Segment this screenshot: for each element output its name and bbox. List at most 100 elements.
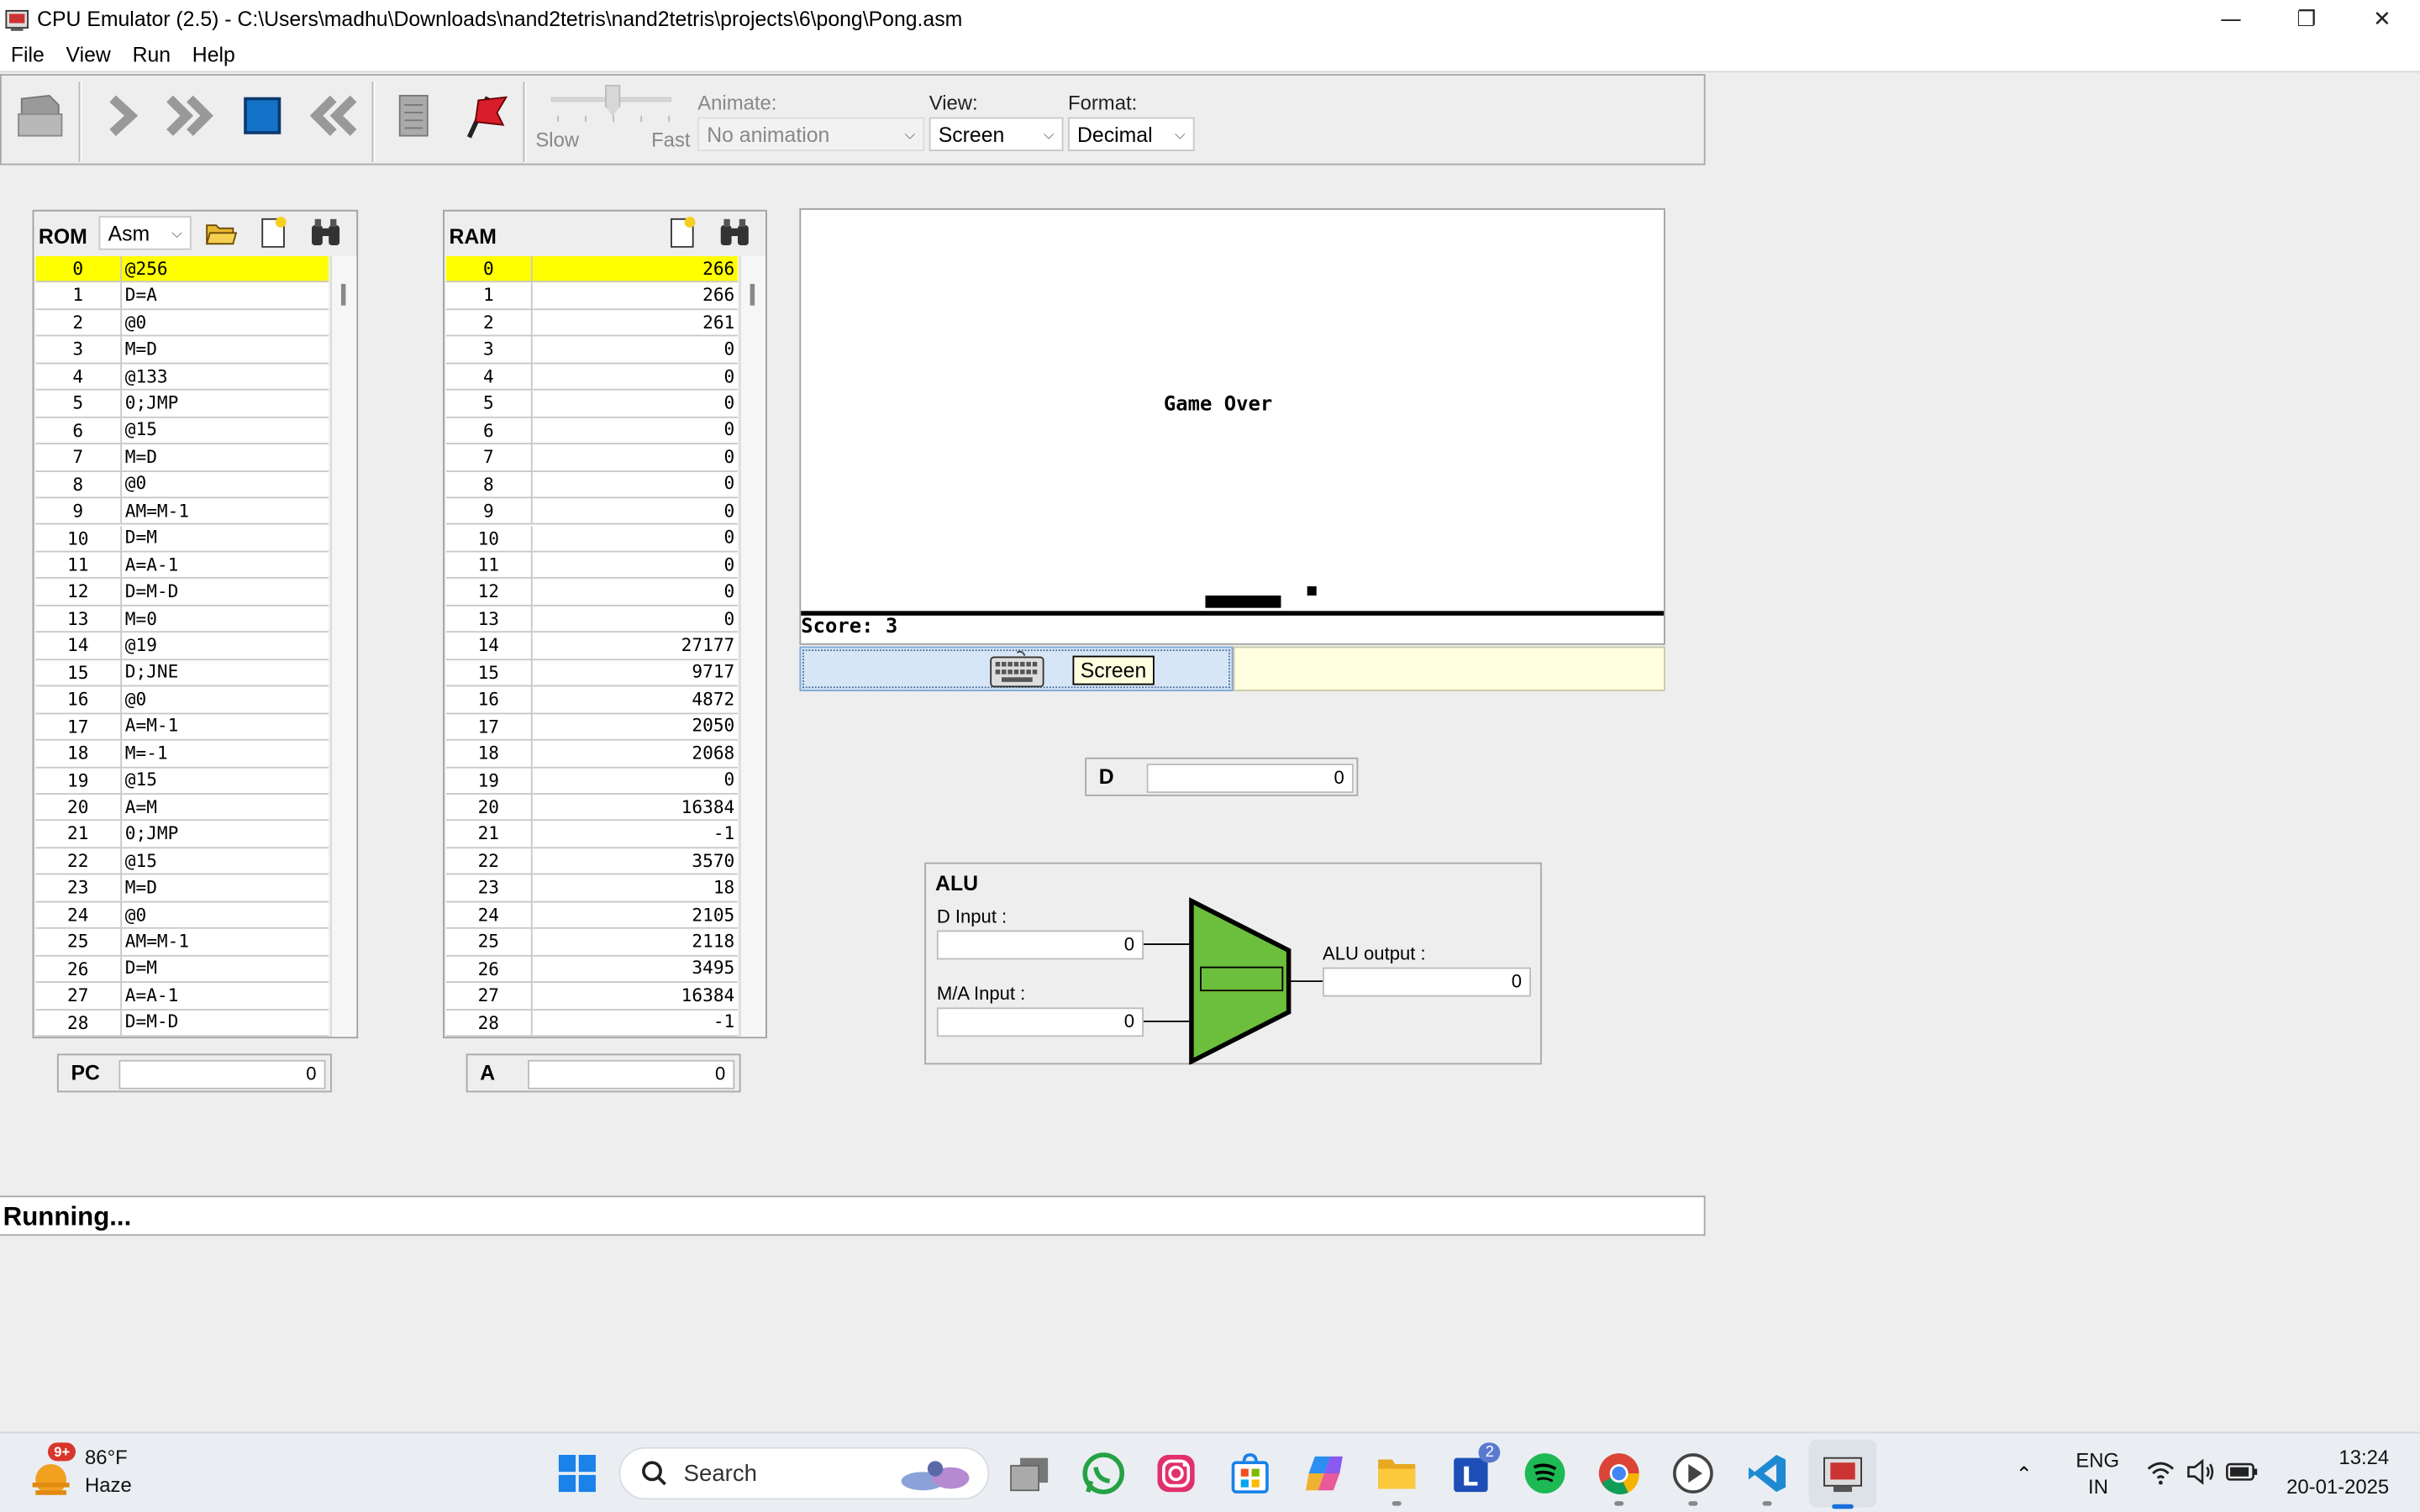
rom-scrollbar[interactable] xyxy=(330,255,357,1037)
rom-row[interactable]: 9 AM=M-1 xyxy=(35,498,329,526)
rom-row[interactable]: 0 @256 xyxy=(35,255,329,283)
ram-scroll-thumb[interactable] xyxy=(750,283,755,306)
clock[interactable]: 13:24 20-01-2025 xyxy=(2269,1442,2407,1504)
ram-row[interactable]: 16 4872 xyxy=(445,686,738,714)
rom-row[interactable]: 23 M=D xyxy=(35,875,329,903)
ram-table[interactable]: 0 266 1 266 2 261 3 0 4 0 5 0 6 0 7 0 8 0 9 0 10 0 11 0 12 0 13 0 14… xyxy=(445,255,738,1037)
taskbar-store[interactable] xyxy=(1223,1446,1278,1501)
a-field[interactable]: 0 xyxy=(528,1059,735,1089)
rom-row[interactable]: 3 M=D xyxy=(35,337,329,365)
ram-row[interactable]: 24 2105 xyxy=(445,902,738,930)
ram-row[interactable]: 17 2050 xyxy=(445,713,738,741)
menu-view[interactable]: View xyxy=(55,43,122,66)
ram-row[interactable]: 10 0 xyxy=(445,525,738,553)
taskbar-spotify[interactable] xyxy=(1517,1446,1572,1501)
ram-row[interactable]: 21 -1 xyxy=(445,821,738,848)
rom-row[interactable]: 22 @15 xyxy=(35,848,329,876)
rom-scroll-thumb[interactable] xyxy=(340,283,346,306)
taskbar-media-player[interactable] xyxy=(1665,1446,1721,1506)
new-ram-button[interactable] xyxy=(666,216,699,249)
ram-row[interactable]: 22 3570 xyxy=(445,848,738,876)
start-button[interactable] xyxy=(550,1446,605,1501)
rom-format-select[interactable]: Asm ⌵ xyxy=(98,216,192,250)
ram-row[interactable]: 12 0 xyxy=(445,579,738,606)
rom-row[interactable]: 25 AM=M-1 xyxy=(35,929,329,957)
ram-row[interactable]: 40 xyxy=(445,364,738,391)
rom-row[interactable]: 28 D=M-D xyxy=(35,1010,329,1037)
ram-row[interactable]: 80 xyxy=(445,471,738,499)
animate-select[interactable]: No animation ⌵ xyxy=(697,117,925,151)
ram-row[interactable]: 19 0 xyxy=(445,767,738,795)
taskbar-whatsapp[interactable] xyxy=(1076,1446,1131,1501)
pc-field[interactable]: 0 xyxy=(118,1059,326,1089)
taskbar-task-view[interactable] xyxy=(1002,1446,1057,1501)
rom-row[interactable]: 21 0;JMP xyxy=(35,821,329,848)
minimize-button[interactable]: — xyxy=(2193,0,2269,39)
ram-row[interactable]: 14 27177 xyxy=(445,633,738,660)
ram-row[interactable]: 30 xyxy=(445,337,738,365)
ram-row[interactable]: 1 266 xyxy=(445,282,738,310)
ram-row[interactable]: 11 0 xyxy=(445,552,738,580)
ram-row[interactable]: 15 9717 xyxy=(445,659,738,687)
rom-row[interactable]: 20 A=M xyxy=(35,794,329,822)
ram-row[interactable]: 28 -1 xyxy=(445,1010,738,1037)
rom-row[interactable]: 16 @0 xyxy=(35,686,329,714)
ram-row[interactable]: 60 xyxy=(445,417,738,445)
ram-row[interactable]: 2 261 xyxy=(445,309,738,338)
ram-row[interactable]: 23 18 xyxy=(445,875,738,903)
keyboard-bar[interactable] xyxy=(799,646,1234,691)
load-rom-button[interactable] xyxy=(203,216,238,249)
ram-row[interactable]: 26 3495 xyxy=(445,956,738,984)
rom-row[interactable]: 17 A=M-1 xyxy=(35,713,329,741)
menu-run[interactable]: Run xyxy=(122,43,182,66)
slider-thumb[interactable] xyxy=(604,85,621,116)
breakpoints-button[interactable] xyxy=(454,85,515,146)
ram-scrollbar[interactable] xyxy=(739,255,766,1037)
taskbar-chrome[interactable] xyxy=(1591,1446,1647,1506)
ram-row[interactable]: 13 0 xyxy=(445,606,738,633)
rom-row[interactable]: 19 @15 xyxy=(35,767,329,795)
stop-button[interactable] xyxy=(232,85,293,146)
find-ram-button[interactable] xyxy=(718,216,751,249)
reset-button[interactable] xyxy=(302,85,364,146)
menu-file[interactable]: File xyxy=(0,43,55,66)
ram-row[interactable]: 25 2118 xyxy=(445,929,738,957)
taskbar-cpu-emulator[interactable] xyxy=(1808,1439,1877,1509)
system-tray-status[interactable] xyxy=(2142,1455,2260,1492)
rom-row[interactable]: 7 M=D xyxy=(35,444,329,472)
rom-row[interactable]: 12 D=M-D xyxy=(35,579,329,606)
rom-row[interactable]: 24 @0 xyxy=(35,902,329,930)
new-rom-button[interactable] xyxy=(256,216,290,249)
rom-row[interactable]: 13 M=0 xyxy=(35,606,329,633)
rom-row[interactable]: 2 @0 xyxy=(35,309,329,338)
view-select[interactable]: Screen ⌵ xyxy=(929,117,1064,151)
ram-row[interactable]: 0 266 xyxy=(445,255,738,283)
rom-row[interactable]: 5 0;JMP xyxy=(35,391,329,418)
ram-row[interactable]: 50 xyxy=(445,391,738,418)
rom-row[interactable]: 6 @15 xyxy=(35,417,329,445)
ram-row[interactable]: 20 16384 xyxy=(445,794,738,822)
rom-row[interactable]: 10 D=M xyxy=(35,525,329,553)
close-button[interactable]: ✕ xyxy=(2344,0,2420,39)
d-field[interactable]: 0 xyxy=(1146,764,1354,794)
tray-overflow-button[interactable]: ⌃ xyxy=(2016,1458,2047,1489)
taskbar-instagram[interactable] xyxy=(1149,1446,1204,1501)
speed-slider[interactable] xyxy=(550,85,675,129)
restore-button[interactable]: ❐ xyxy=(2269,0,2344,39)
rom-row[interactable]: 26 D=M xyxy=(35,956,329,984)
load-program-button[interactable] xyxy=(9,85,71,146)
script-button[interactable] xyxy=(383,85,445,146)
rom-row[interactable]: 8 @0 xyxy=(35,471,329,499)
ram-row[interactable]: 18 2068 xyxy=(445,740,738,768)
rom-row[interactable]: 27 A=A-1 xyxy=(35,983,329,1011)
language-indicator[interactable]: ENG IN xyxy=(2071,1446,2123,1501)
weather-widget[interactable]: 9+ 86°F Haze xyxy=(24,1442,163,1504)
taskbar-copilot[interactable] xyxy=(1297,1446,1352,1501)
rom-table[interactable]: 0 @256 1 D=A 2 @0 3 M=D 4 @133 5 0;JMP 6 @15 7 M=D 8 @0 9 A… xyxy=(35,255,329,1037)
rom-row[interactable]: 1 D=A xyxy=(35,282,329,310)
find-rom-button[interactable] xyxy=(308,216,342,249)
single-step-button[interactable] xyxy=(91,85,152,146)
taskbar-l-app[interactable]: L 2 xyxy=(1444,1442,1501,1501)
ram-row[interactable]: 70 xyxy=(445,444,738,472)
rom-row[interactable]: 18 M=-1 xyxy=(35,740,329,768)
